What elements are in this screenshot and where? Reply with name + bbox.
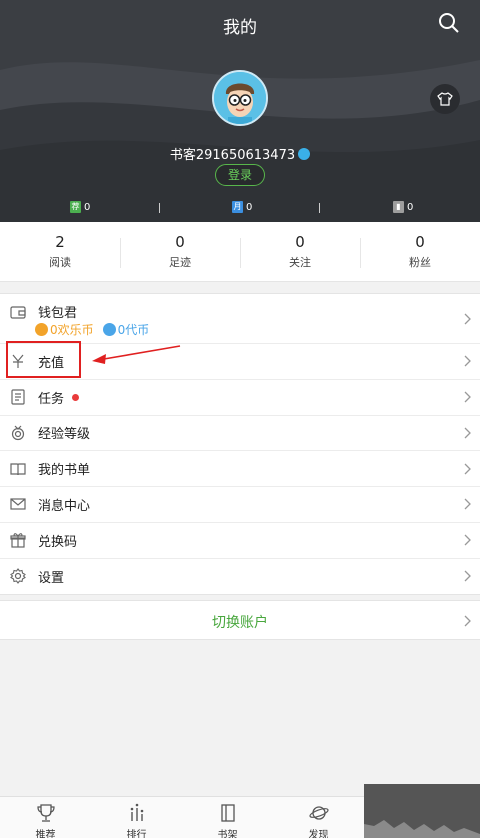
monthly-ticket[interactable]: 月 0 bbox=[232, 201, 252, 213]
login-button[interactable]: 登录 bbox=[215, 164, 265, 186]
search-icon[interactable] bbox=[438, 12, 460, 34]
menu-label: 兑换码 bbox=[38, 534, 78, 550]
tab-recommend[interactable]: 推荐 bbox=[0, 797, 91, 838]
annotation-arrow-icon bbox=[92, 345, 181, 364]
stat-label: 足迹 bbox=[169, 256, 191, 269]
switch-account-label: 切换账户 bbox=[212, 615, 268, 631]
reward-ticket-icon: ▮ bbox=[393, 201, 404, 213]
stat-footprints[interactable]: 0 足迹 bbox=[120, 222, 240, 281]
menu-item-level[interactable]: 经验等级 bbox=[0, 416, 480, 452]
chevron-right-icon bbox=[464, 463, 471, 475]
tab-label: 排行 bbox=[126, 830, 147, 838]
page-title: 我的 bbox=[223, 18, 257, 38]
menu-item-wallet[interactable]: 钱包君 0欢乐币 0代币 bbox=[0, 294, 480, 344]
overlay-thumbnail bbox=[364, 784, 480, 838]
gear-icon bbox=[10, 568, 26, 585]
stat-label: 关注 bbox=[289, 256, 311, 269]
stat-value: 0 bbox=[175, 233, 185, 251]
menu-list: 钱包君 0欢乐币 0代币 充值 任务 经验等级 我的书单 消息中心 兑换码 设置 bbox=[0, 293, 480, 596]
chevron-right-icon bbox=[464, 313, 471, 324]
gift-icon bbox=[10, 533, 26, 548]
menu-label: 设置 bbox=[38, 570, 65, 586]
chevron-right-icon bbox=[464, 570, 471, 582]
menu-label-text: 任务 bbox=[38, 391, 65, 407]
stat-fans[interactable]: 0 粉丝 bbox=[360, 222, 480, 281]
thumbnail-image bbox=[364, 784, 480, 838]
reward-ticket[interactable]: ▮ 0 bbox=[393, 201, 413, 213]
bookshelf-icon bbox=[220, 804, 235, 822]
menu-item-settings[interactable]: 设置 bbox=[0, 559, 480, 595]
bottom-nav: 推荐 排行 书架 发现 bbox=[0, 796, 364, 838]
ticket-divider bbox=[319, 203, 320, 213]
monthly-ticket-icon: 月 bbox=[232, 201, 243, 213]
monthly-ticket-count: 0 bbox=[246, 201, 253, 213]
username: 书客291650613473 bbox=[0, 144, 480, 163]
tab-bookshelf[interactable]: 书架 bbox=[182, 797, 273, 838]
tab-ranking[interactable]: 排行 bbox=[91, 797, 182, 838]
tshirt-icon bbox=[437, 92, 453, 106]
chevron-right-icon bbox=[464, 615, 471, 627]
menu-label: 消息中心 bbox=[38, 498, 91, 514]
highlight-box bbox=[6, 341, 81, 378]
planet-icon bbox=[308, 806, 329, 820]
menu-label: 我的书单 bbox=[38, 463, 91, 479]
recommend-ticket[interactable]: 荐 0 bbox=[70, 201, 90, 213]
menu-item-redeem-code[interactable]: 兑换码 bbox=[0, 523, 480, 559]
reward-ticket-count: 0 bbox=[407, 201, 414, 213]
task-icon bbox=[11, 389, 25, 405]
chevron-right-icon bbox=[464, 391, 471, 403]
ranking-icon bbox=[130, 803, 143, 821]
avatar-image bbox=[214, 72, 266, 124]
trophy-icon bbox=[36, 804, 55, 822]
recommend-ticket-icon: 荐 bbox=[70, 201, 81, 213]
switch-account-button[interactable]: 切换账户 bbox=[0, 600, 480, 640]
medal-icon bbox=[11, 425, 25, 440]
tab-discover[interactable]: 发现 bbox=[273, 797, 364, 838]
profile-header: 我的 书客291650613473 登录 荐 0 月 0 ▮ 0 bbox=[0, 0, 480, 222]
menu-item-tasks[interactable]: 任务 bbox=[0, 380, 480, 416]
verified-badge-icon bbox=[298, 148, 311, 160]
voucher-balance: 0代币 bbox=[117, 323, 150, 337]
voucher-coin-icon bbox=[102, 323, 116, 336]
chevron-right-icon bbox=[464, 534, 471, 546]
stats-bar: 2 阅读 0 足迹 0 关注 0 粉丝 bbox=[0, 222, 480, 282]
stat-following[interactable]: 0 关注 bbox=[240, 222, 360, 281]
wallet-balances: 0欢乐币 0代币 bbox=[35, 321, 149, 338]
stat-label: 粉丝 bbox=[409, 256, 431, 269]
notification-dot bbox=[72, 393, 80, 401]
ticket-divider bbox=[159, 203, 160, 213]
chevron-right-icon bbox=[464, 355, 471, 367]
happy-coin-balance: 0欢乐币 bbox=[50, 323, 94, 337]
ticket-bar: 荐 0 月 0 ▮ 0 bbox=[0, 201, 480, 217]
menu-item-messages[interactable]: 消息中心 bbox=[0, 487, 480, 523]
tab-label: 发现 bbox=[308, 830, 329, 838]
wallet-icon bbox=[10, 306, 26, 319]
menu-item-book-list[interactable]: 我的书单 bbox=[0, 451, 480, 487]
stat-label: 阅读 bbox=[49, 256, 71, 269]
mail-icon bbox=[10, 498, 26, 510]
outfit-button[interactable] bbox=[430, 84, 460, 114]
happy-coin-icon bbox=[35, 323, 48, 336]
wallet-label: 钱包君 bbox=[38, 306, 78, 321]
menu-label: 经验等级 bbox=[38, 427, 91, 443]
stat-value: 0 bbox=[295, 233, 305, 251]
recommend-ticket-count: 0 bbox=[84, 201, 91, 213]
chevron-right-icon bbox=[464, 498, 471, 510]
tab-label: 书架 bbox=[217, 830, 238, 838]
stat-reading[interactable]: 2 阅读 bbox=[0, 222, 120, 281]
stat-value: 2 bbox=[55, 233, 65, 251]
book-list-icon bbox=[10, 463, 26, 475]
avatar[interactable] bbox=[212, 70, 268, 126]
menu-label: 任务 bbox=[38, 388, 80, 407]
username-text: 书客291650613473 bbox=[169, 148, 296, 163]
chevron-right-icon bbox=[464, 427, 471, 439]
tab-label: 推荐 bbox=[35, 830, 56, 838]
stat-value: 0 bbox=[415, 233, 425, 251]
